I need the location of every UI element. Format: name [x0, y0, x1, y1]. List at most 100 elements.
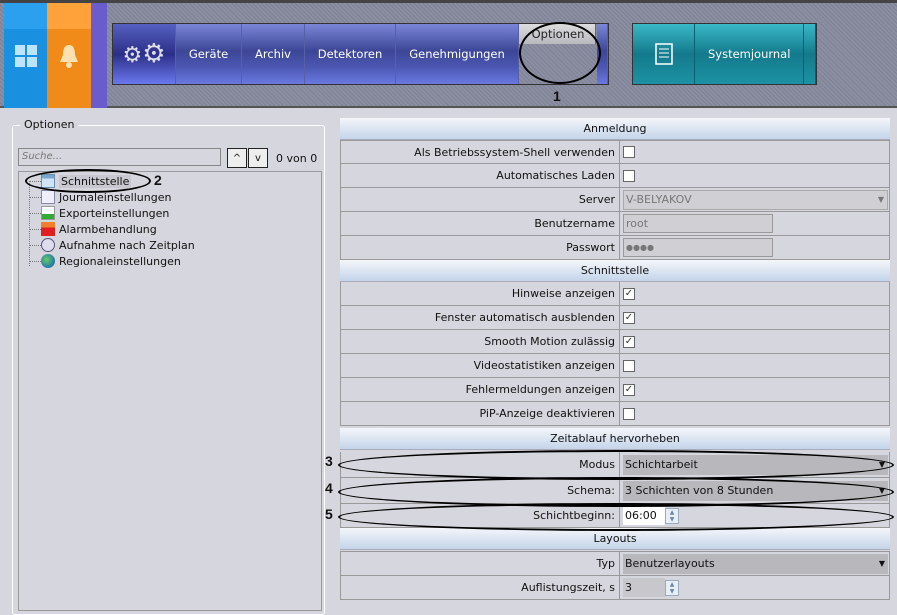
journal-icon: [654, 43, 673, 65]
row-label: Smooth Motion zulässig: [341, 330, 620, 353]
nav-systemjournal[interactable]: Systemjournal: [695, 24, 805, 84]
windows-tile[interactable]: [4, 3, 47, 108]
option-checkbox[interactable]: [623, 359, 635, 372]
tree-item-regionaleinstellungen[interactable]: Regionaleinstellungen: [41, 253, 181, 269]
row-label: Benutzername: [341, 212, 620, 235]
row-label: Typ: [341, 552, 620, 575]
section-anmeldung: Anmeldung: [340, 118, 890, 140]
row-user: Benutzername root: [340, 212, 890, 236]
password-field[interactable]: ●●●●: [623, 238, 773, 257]
globe-icon: [41, 254, 55, 268]
tree-item-aufnahme-nach-zeitplan[interactable]: Aufnahme nach Zeitplan: [41, 237, 195, 253]
option-checkbox[interactable]: ✓: [623, 287, 635, 300]
annotation-oval-1: [519, 22, 601, 84]
spin-arrows-icon[interactable]: ▲ ▼: [665, 579, 679, 596]
section-schnittstelle: Schnittstelle: [340, 260, 890, 282]
row-label: Als Betriebssystem-Shell verwenden: [341, 141, 620, 163]
option-checkbox[interactable]: ✓: [623, 383, 635, 396]
nav-detektoren[interactable]: Detektoren: [305, 24, 396, 84]
row-label: Hinweise anzeigen: [341, 282, 620, 305]
tree-line: [29, 213, 41, 214]
row-shell: Als Betriebssystem-Shell verwenden: [340, 140, 890, 164]
row-schnittstelle-option: Hinweise anzeigen ✓: [340, 282, 890, 306]
tree-item-alarmbehandlung[interactable]: Alarmbehandlung: [41, 221, 157, 237]
row-schnittstelle-option: Videostatistiken anzeigen: [340, 354, 890, 378]
search-counter: 0 von 0: [276, 152, 318, 165]
tree-item-label: Exporteinstellungen: [59, 206, 170, 220]
auflistungszeit-value[interactable]: 3: [623, 578, 665, 597]
annotation-oval-5: [338, 503, 894, 531]
alarm-tile[interactable]: [47, 3, 91, 108]
option-checkbox[interactable]: ✓: [623, 335, 635, 348]
annotation-5: 5: [325, 506, 333, 522]
bell-icon: [60, 44, 78, 68]
row-server: Server V-BELYAKOV ▼: [340, 188, 890, 212]
tree-line: [29, 229, 41, 230]
row-schnittstelle-option: PiP-Anzeige deaktivieren: [340, 402, 890, 426]
top-bar: ⚙⚙ Geräte Archiv Detektoren Genehmigunge…: [0, 0, 897, 108]
journal-settings-icon: [41, 190, 55, 204]
nav-archiv[interactable]: Archiv: [242, 24, 305, 84]
options-group-title: Optionen: [20, 118, 79, 131]
gears-icon: ⚙⚙: [122, 39, 166, 69]
side-tile[interactable]: [91, 3, 107, 108]
row-label: Videostatistiken anzeigen: [341, 354, 620, 377]
chevron-down-icon: ▼: [878, 559, 885, 568]
server-value: V-BELYAKOV: [626, 193, 692, 206]
systemjournal-nav: Systemjournal: [632, 23, 817, 85]
row-schnittstelle-option: Fenster automatisch ausblenden ✓: [340, 306, 890, 330]
tree-item-exporteinstellungen[interactable]: Exporteinstellungen: [41, 205, 169, 221]
journal-end-cap: [804, 24, 816, 84]
option-checkbox[interactable]: ✓: [623, 311, 635, 324]
section-layouts: Layouts: [340, 528, 890, 550]
row-password: Passwort ●●●●: [340, 236, 890, 260]
export-icon: [41, 206, 55, 220]
tree-item-label: Alarmbehandlung: [59, 222, 157, 236]
tree-item-label: Aufnahme nach Zeitplan: [59, 238, 195, 252]
windows-icon: [14, 44, 37, 67]
annotation-oval-3: [338, 450, 894, 480]
row-label: Automatisches Laden: [341, 164, 620, 187]
alarm-icon: [41, 222, 55, 236]
row-autoload: Automatisches Laden: [340, 164, 890, 188]
annotation-3: 3: [325, 453, 333, 469]
autoload-checkbox[interactable]: [623, 169, 635, 182]
row-label: Fehlermeldungen anzeigen: [341, 378, 620, 401]
row-auflistungszeit: Auflistungszeit, s 3 ▲ ▼: [340, 576, 890, 600]
row-schnittstelle-option: Fehlermeldungen anzeigen ✓: [340, 378, 890, 402]
row-label: Auflistungszeit, s: [341, 576, 620, 599]
username-field[interactable]: root: [623, 214, 773, 233]
tree-line: [29, 261, 41, 262]
tree-line: [29, 181, 30, 266]
option-checkbox[interactable]: [623, 407, 635, 420]
annotation-2: 2: [154, 172, 162, 188]
row-schnittstelle-option: Smooth Motion zulässig ✓: [340, 330, 890, 354]
section-zeitablauf: Zeitablauf hervorheben: [340, 428, 890, 450]
search-next-button[interactable]: v: [248, 148, 268, 168]
chevron-down-icon: ▼: [877, 195, 884, 204]
tree-item-label: Regionaleinstellungen: [59, 254, 181, 268]
typ-value: Benutzerlayouts: [625, 557, 715, 570]
options-tree: Schnittstelle Journaleinstellungen Expor…: [18, 171, 322, 611]
nav-genehmigungen[interactable]: Genehmigungen: [396, 24, 519, 84]
shell-checkbox[interactable]: [623, 146, 635, 158]
row-label: PiP-Anzeige deaktivieren: [341, 402, 620, 425]
schedule-icon: [41, 238, 55, 252]
typ-select[interactable]: Benutzerlayouts ▼: [623, 553, 888, 574]
row-typ: Typ Benutzerlayouts ▼: [340, 551, 890, 576]
row-label: Passwort: [341, 236, 620, 259]
nav-geraete[interactable]: Geräte: [176, 24, 242, 84]
row-label: Server: [341, 188, 620, 211]
annotation-oval-2: [25, 169, 151, 193]
tree-line: [29, 245, 41, 246]
annotation-1: 1: [553, 88, 561, 104]
search-input[interactable]: Suche...: [18, 148, 221, 166]
annotation-4: 4: [325, 480, 333, 496]
journal-tile[interactable]: [633, 24, 696, 84]
auflistungszeit-stepper[interactable]: 3 ▲ ▼: [623, 578, 679, 597]
settings-tile[interactable]: ⚙⚙: [113, 24, 176, 84]
search-prev-button[interactable]: ^: [227, 148, 247, 168]
tree-line: [29, 197, 41, 198]
row-label: Fenster automatisch ausblenden: [341, 306, 620, 329]
server-select[interactable]: V-BELYAKOV ▼: [623, 189, 888, 210]
